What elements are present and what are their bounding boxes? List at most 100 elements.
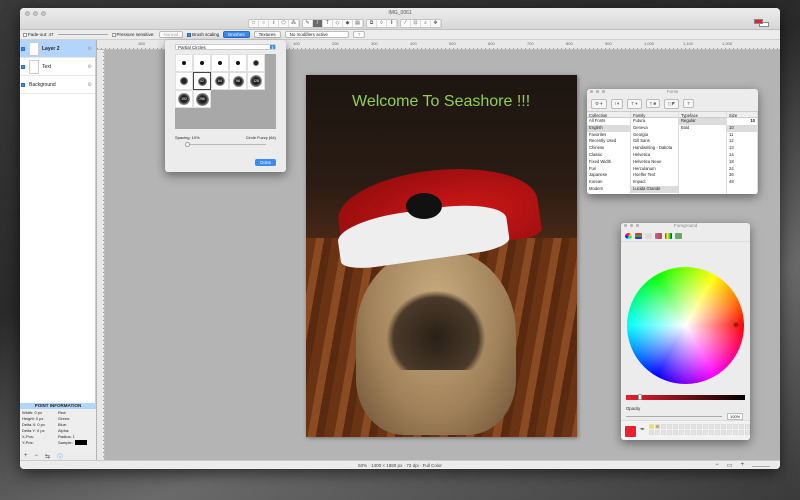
color-well[interactable] <box>691 424 696 429</box>
color-well[interactable] <box>721 430 726 435</box>
list-item[interactable]: 18 <box>727 159 757 166</box>
eyedropper-icon[interactable]: ✒ <box>640 426 645 433</box>
list-item[interactable]: Futura <box>631 118 678 125</box>
list-item[interactable]: All Fonts <box>587 118 630 125</box>
lasso-icon[interactable]: ℓ <box>269 20 279 27</box>
delete-layer-button[interactable]: − <box>35 453 39 459</box>
color-well[interactable] <box>667 424 672 429</box>
position-icon[interactable]: ✥ <box>431 20 441 27</box>
list-item[interactable]: Modern <box>587 186 630 193</box>
color-well[interactable] <box>733 424 738 429</box>
brush-item[interactable]: 128 <box>247 72 265 90</box>
list-item[interactable]: Classic <box>587 152 630 159</box>
underline-icon[interactable]: I ▾ <box>610 98 624 109</box>
color-wheel[interactable] <box>627 267 744 384</box>
color-well[interactable] <box>667 430 672 435</box>
list-item[interactable]: 11 <box>727 132 757 139</box>
color-well[interactable] <box>721 424 726 429</box>
opacity-value[interactable]: 100% <box>727 413 744 420</box>
color-well[interactable] <box>703 430 708 435</box>
list-item[interactable]: English <box>587 124 630 132</box>
pencils-tab-icon[interactable] <box>675 232 682 239</box>
list-item[interactable]: Japanese <box>587 172 630 179</box>
color-well[interactable] <box>673 430 678 435</box>
visibility-checkbox[interactable] <box>21 64 25 69</box>
list-item[interactable]: Favorites <box>587 132 630 139</box>
list-item[interactable]: Helvetica Neue <box>631 159 678 166</box>
canvas-image[interactable]: Welcome To Seashore !!! <box>306 75 577 437</box>
list-item[interactable]: Regular <box>679 118 726 125</box>
image-palettes-tab-icon[interactable] <box>655 232 662 239</box>
brush-item[interactable] <box>175 72 193 90</box>
color-well[interactable] <box>709 430 714 435</box>
effect-icon[interactable]: ‖ <box>387 20 397 27</box>
text-icon[interactable]: T <box>323 20 333 27</box>
brush-item[interactable]: 96 <box>229 72 247 90</box>
list-item[interactable]: Korean <box>587 179 630 186</box>
color-well[interactable] <box>715 430 720 435</box>
help-button[interactable]: ? <box>352 31 366 38</box>
foreground-color-swatch[interactable] <box>754 19 763 24</box>
brightness-slider[interactable] <box>626 394 745 400</box>
list-item[interactable]: Chinese <box>587 145 630 152</box>
sliders-tab-icon[interactable] <box>635 232 642 239</box>
list-item[interactable]: 48 <box>727 179 757 186</box>
brush-item[interactable] <box>229 54 247 72</box>
visibility-checkbox[interactable] <box>21 46 25 51</box>
gradient-icon[interactable]: ▤ <box>353 20 363 27</box>
layer-item[interactable]: Background ⚙ <box>20 76 336 165</box>
color-well[interactable] <box>655 424 660 429</box>
list-item[interactable]: Gill Sans <box>631 138 678 145</box>
palettes-tab-icon[interactable] <box>645 232 652 239</box>
color-well[interactable] <box>691 430 696 435</box>
eyedropper-icon[interactable]: ⁄ <box>401 20 411 27</box>
zoom-out-button[interactable]: − <box>715 462 719 469</box>
color-well[interactable] <box>649 430 654 435</box>
color-well[interactable] <box>715 424 720 429</box>
brush-group-select[interactable]: Partial Circles ⇕ <box>175 44 276 50</box>
shadow-icon[interactable]: T <box>683 99 695 108</box>
list-item[interactable]: Helvetica <box>631 152 678 159</box>
brushes-button[interactable]: Brushes <box>223 31 250 38</box>
smudge-icon[interactable]: ◊ <box>377 20 387 27</box>
panel-controls[interactable] <box>590 90 605 93</box>
color-well[interactable] <box>745 424 750 429</box>
color-wells[interactable] <box>649 424 750 435</box>
layer-settings-icon[interactable]: ⚙ <box>88 46 92 52</box>
color-well[interactable] <box>685 430 690 435</box>
duplicate-layer-button[interactable]: ⇆ <box>45 453 50 460</box>
color-well[interactable] <box>703 424 708 429</box>
textures-button[interactable]: Textures <box>253 31 281 38</box>
gear-icon[interactable]: ⚙ ▾ <box>591 98 607 109</box>
color-well[interactable] <box>679 430 684 435</box>
add-layer-button[interactable]: + <box>24 453 28 459</box>
color-well[interactable] <box>655 430 660 435</box>
list-item[interactable]: Impact <box>631 179 678 186</box>
size-input[interactable]: 10 <box>727 118 757 125</box>
list-item[interactable]: 10 <box>727 124 757 132</box>
brush-item[interactable]: 42 <box>193 72 211 90</box>
pressure-checkbox[interactable]: Pressure sensitive: <box>111 32 155 37</box>
color-well[interactable] <box>739 430 744 435</box>
crop-icon[interactable]: ⊡ <box>411 20 421 27</box>
color-well[interactable] <box>733 430 738 435</box>
color-swatch[interactable] <box>754 19 770 27</box>
panel-controls[interactable] <box>624 224 639 227</box>
magic-wand-icon[interactable]: ⁂ <box>289 20 299 27</box>
bucket-icon[interactable]: ◆ <box>343 20 353 27</box>
layer-item[interactable]: Layer 2 ⚙ <box>20 40 95 58</box>
color-well[interactable] <box>739 424 744 429</box>
list-item[interactable]: Hoefler Text <box>631 172 678 179</box>
list-item[interactable]: 12 <box>727 138 757 145</box>
text-color-icon[interactable]: T ■ <box>645 99 661 108</box>
doc-color-icon[interactable]: ▯ ◤ <box>664 98 680 109</box>
color-well[interactable] <box>727 424 732 429</box>
list-item[interactable]: Herculanum <box>631 166 678 173</box>
fade-out-checkbox[interactable]: Fade-out: 47 <box>23 32 54 37</box>
eraser-icon[interactable]: ◇ <box>333 20 343 27</box>
list-item[interactable]: 24 <box>727 166 757 173</box>
brush-item[interactable] <box>247 54 265 72</box>
color-picker-crosshair[interactable]: ⊕ <box>733 321 739 329</box>
list-item[interactable]: Bold <box>679 125 726 132</box>
color-wheel-tab-icon[interactable] <box>625 232 632 239</box>
